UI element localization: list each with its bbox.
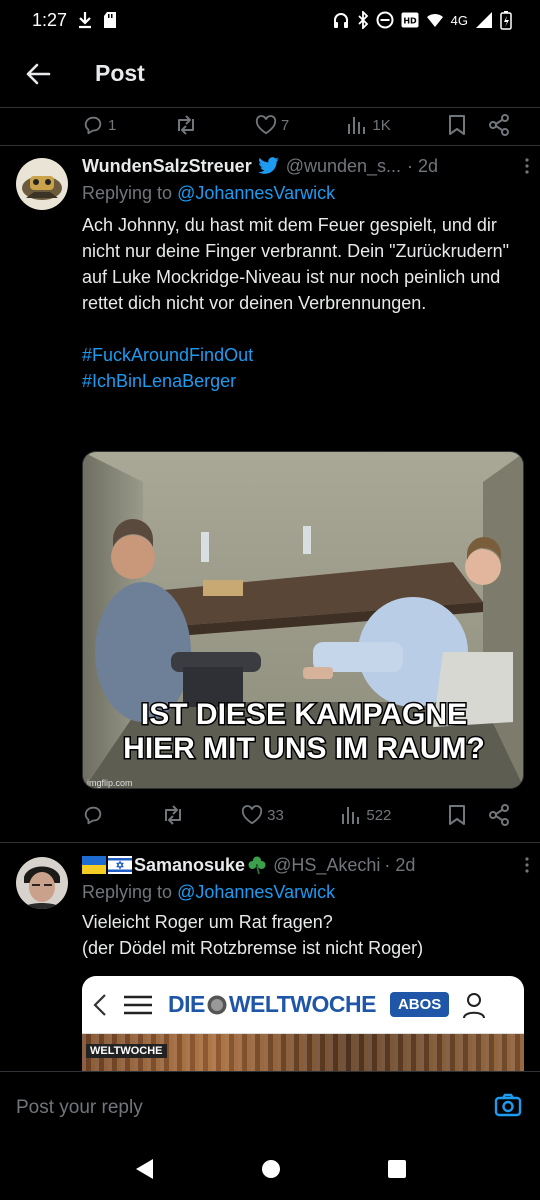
- user-icon: [463, 992, 486, 1018]
- bookmark-icon: [448, 115, 465, 135]
- bookmark-button[interactable]: [448, 804, 466, 826]
- hashtag-link[interactable]: #FuckAroundFindOut: [82, 342, 524, 368]
- hd-icon: HD: [401, 12, 419, 28]
- bluetooth-icon: [357, 11, 369, 29]
- more-vertical-icon: [525, 158, 529, 174]
- hashtag-link[interactable]: #IchBinLenaBerger: [82, 368, 524, 394]
- tweet-time: · 2d: [384, 855, 416, 875]
- share-button[interactable]: [488, 804, 510, 826]
- signal-icon: [475, 11, 493, 29]
- page-title: Post: [95, 60, 145, 86]
- hamburger-menu-icon: [124, 995, 152, 1014]
- reply-icon: [84, 116, 102, 135]
- repost-button[interactable]: [174, 114, 198, 136]
- author-name[interactable]: WundenSalzStreuer: [82, 154, 252, 178]
- status-time: 1:27: [32, 9, 68, 30]
- mention-link[interactable]: @JohannesVarwick: [177, 882, 335, 902]
- wifi-icon: [426, 12, 444, 28]
- globe-icon: [207, 995, 227, 1014]
- twitter-bird-icon: [257, 157, 279, 174]
- views-icon: [342, 807, 360, 824]
- avatar[interactable]: [16, 857, 68, 909]
- reply-button[interactable]: 1: [82, 114, 116, 136]
- tweet[interactable]: WundenSalzStreuer @wunden_s... · 2d Repl…: [0, 146, 540, 843]
- triangle-back-icon: [135, 1159, 153, 1179]
- replying-to: Replying to @JohannesVarwick: [82, 879, 524, 905]
- share-icon: [488, 804, 509, 826]
- like-count: 7: [280, 116, 290, 134]
- like-count: 33: [267, 806, 284, 824]
- arrow-left-icon: [26, 63, 51, 84]
- like-button[interactable]: 33: [241, 805, 284, 825]
- recents-square-icon: [388, 1160, 407, 1178]
- views-count: 522: [366, 806, 392, 824]
- headphones-icon: [332, 11, 350, 29]
- more-vertical-icon: [525, 857, 529, 873]
- camera-button[interactable]: [494, 1093, 522, 1122]
- views-button[interactable]: 1K: [346, 115, 391, 135]
- views-button[interactable]: 522: [340, 805, 391, 825]
- avatar[interactable]: [16, 158, 68, 210]
- views-count: 1K: [372, 116, 391, 134]
- reply-composer[interactable]: Post your reply: [0, 1071, 540, 1143]
- reply-icon: [84, 806, 102, 825]
- bookmark-icon: [448, 805, 465, 825]
- more-options-button[interactable]: [524, 855, 530, 881]
- dnd-icon: [376, 11, 394, 29]
- nav-back-button[interactable]: [133, 1157, 155, 1186]
- author-handle[interactable]: @wunden_s...: [286, 154, 401, 178]
- camera-icon: [494, 1093, 522, 1117]
- download-icon: [77, 11, 93, 29]
- author-name[interactable]: Samanosuke: [134, 853, 245, 877]
- system-nav-bar: [0, 1143, 540, 1200]
- app-bar: Post: [0, 40, 540, 108]
- heart-icon: [255, 115, 276, 135]
- bookmark-button[interactable]: [448, 114, 466, 136]
- like-button[interactable]: 7: [255, 115, 289, 135]
- reply-input[interactable]: Post your reply: [16, 1097, 143, 1119]
- heart-icon: [242, 805, 263, 825]
- share-button[interactable]: [488, 114, 510, 136]
- repost-icon: [164, 805, 181, 825]
- imgflip-watermark: imgflip.com: [87, 778, 133, 788]
- home-circle-icon: [261, 1160, 280, 1178]
- status-bar: 1:27 HD 4G: [0, 0, 540, 40]
- nav-home-button[interactable]: [260, 1158, 282, 1185]
- repost-button[interactable]: [161, 804, 185, 826]
- reply-count: 1: [108, 116, 117, 134]
- replying-prefix: Replying to: [82, 183, 173, 203]
- previous-tweet-actions: 1 7 1K: [0, 108, 540, 146]
- mention-link[interactable]: @JohannesVarwick: [177, 183, 335, 203]
- share-icon: [488, 114, 509, 136]
- tweet[interactable]: Samanosuke @HS_Akechi · 2d Replying to @…: [0, 843, 540, 1071]
- tweet-text: Ach Johnny, du hast mit dem Feuer gespie…: [82, 215, 509, 313]
- ukraine-flag-icon: [82, 856, 106, 874]
- repost-icon: [177, 115, 194, 135]
- tweet-image[interactable]: DIE WELTWOCHE ABOS WELTWOCHE: [82, 976, 524, 1071]
- author-handle[interactable]: @HS_Akechi: [273, 853, 380, 877]
- chevron-left-icon: [93, 993, 106, 1016]
- battery-icon: [500, 10, 512, 30]
- israel-flag-icon: [108, 856, 132, 874]
- shamrock-icon: [248, 856, 266, 875]
- tweet-text-line: Vieleicht Roger um Rat fragen?: [82, 912, 333, 932]
- sd-card-icon: [103, 11, 117, 29]
- tweet-text-line: (der Dödel mit Rotzbremse ist nicht Roge…: [82, 938, 424, 958]
- replying-prefix: Replying to: [82, 882, 173, 902]
- abos-button[interactable]: ABOS: [389, 992, 450, 1017]
- tweet-image[interactable]: IST DIESE KAMPAGNE HIER MIT UNS IM RAUM?…: [82, 451, 524, 789]
- nav-recents-button[interactable]: [387, 1159, 407, 1184]
- meme-caption-line2: HIER MIT UNS IM RAUM?: [123, 732, 485, 765]
- back-button[interactable]: [8, 44, 68, 104]
- network-type: 4G: [450, 12, 468, 28]
- replying-to: Replying to @JohannesVarwick: [82, 180, 524, 206]
- weltwoche-logo: DIE WELTWOCHE: [168, 991, 376, 1017]
- views-icon: [348, 117, 366, 134]
- weltwoche-banner: WELTWOCHE: [86, 1044, 167, 1058]
- svg-text:HD: HD: [403, 17, 417, 26]
- more-options-button[interactable]: [524, 156, 530, 182]
- meme-caption-line1: IST DIESE KAMPAGNE: [141, 698, 467, 731]
- reply-button[interactable]: [82, 804, 104, 826]
- tweet-time: · 2d: [407, 156, 439, 176]
